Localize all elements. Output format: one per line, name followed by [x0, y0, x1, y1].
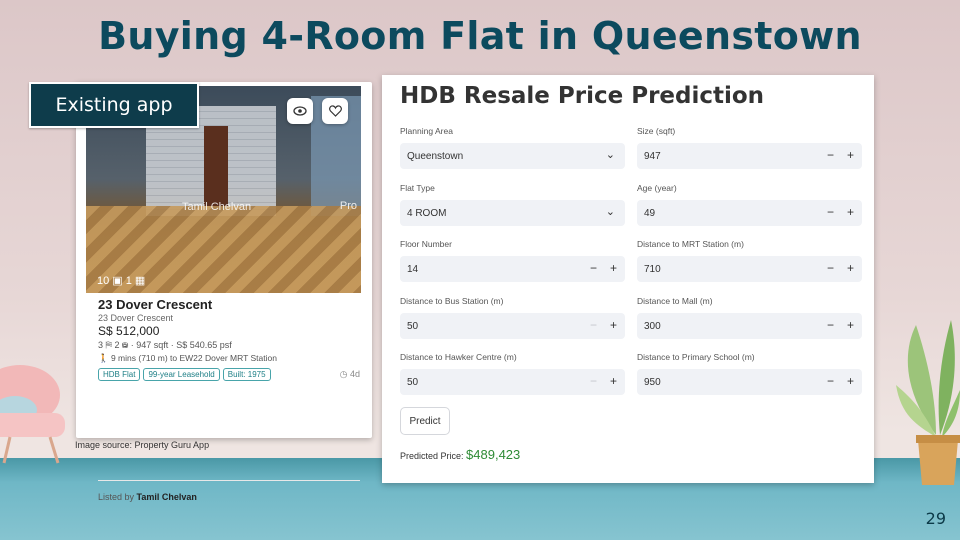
planning-area-label: Planning Area — [400, 126, 453, 136]
listing-age: ◷ 4d — [340, 369, 360, 380]
bus-distance-value: 50 — [407, 320, 419, 332]
increment-button[interactable]: + — [610, 261, 617, 275]
hawker-distance-label: Distance to Hawker Centre (m) — [400, 352, 517, 362]
increment-button[interactable]: + — [610, 318, 617, 332]
predicted-price-label: Predicted Price: — [400, 451, 464, 461]
tag-leasehold: 99-year Leasehold — [143, 368, 220, 381]
age-input[interactable]: 49 − + — [637, 200, 862, 226]
prediction-app-panel: HDB Resale Price Prediction Planning Are… — [382, 75, 874, 483]
school-distance-label: Distance to Primary School (m) — [637, 352, 755, 362]
floor-number-label: Floor Number — [400, 239, 452, 249]
hawker-distance-input[interactable]: 50 − + — [400, 369, 625, 395]
listed-by: Listed by Tamil Chelvan — [98, 492, 197, 502]
potted-plant-illustration — [896, 320, 960, 485]
view-icon[interactable] — [287, 98, 313, 124]
age-value: 49 — [644, 207, 656, 219]
floor-number-value: 14 — [407, 263, 419, 275]
mrt-distance-label: Distance to MRT Station (m) — [637, 239, 744, 249]
hawker-distance-value: 50 — [407, 376, 419, 388]
school-distance-input[interactable]: 950 − + — [637, 369, 862, 395]
listing-subtitle: 23 Dover Crescent — [98, 313, 174, 323]
bus-distance-field: Distance to Bus Station (m) 50 − + — [400, 296, 625, 339]
photo-watermark-brand: Pro — [339, 200, 357, 212]
listed-by-prefix: Listed by — [98, 492, 135, 502]
listing-price: S$ 512,000 — [98, 324, 160, 338]
size-label: Size (sqft) — [637, 126, 676, 136]
size-value: 947 — [644, 150, 661, 162]
tag-hdb-flat: HDB Flat — [98, 368, 141, 381]
size-field: Size (sqft) 947 − + — [637, 126, 862, 169]
mrt-distance-input[interactable]: 710 − + — [637, 256, 862, 282]
listing-specs: 3 ⛿ 2 ⛁ · 947 sqft · S$ 540.65 psf — [98, 340, 232, 350]
flat-type-label: Flat Type — [400, 183, 435, 193]
decrement-button[interactable]: − — [827, 374, 834, 388]
existing-app-badge: Existing app — [29, 82, 199, 128]
clock-icon: ◷ — [339, 369, 348, 379]
armchair-illustration — [0, 365, 65, 464]
decrement-button[interactable]: − — [827, 148, 834, 162]
decrement-button[interactable]: − — [590, 318, 597, 332]
planning-area-field: Planning Area Queenstown ⌄ — [400, 126, 625, 169]
mrt-distance-value: 710 — [644, 263, 661, 275]
mrt-distance-field: Distance to MRT Station (m) 710 − + — [637, 239, 862, 282]
chevron-down-icon[interactable]: ⌄ — [606, 205, 615, 218]
school-distance-field: Distance to Primary School (m) 950 − + — [637, 352, 862, 395]
predicted-price-value: $489,423 — [466, 447, 521, 462]
photo-count: 10 ▣ 1 ▦ — [97, 275, 146, 287]
listing-mrt: 🚶 9 mins (710 m) to EW22 Dover MRT Stati… — [98, 353, 360, 364]
photo-watermark: Tamil Chelvan — [182, 201, 252, 213]
floor-number-field: Floor Number 14 − + — [400, 239, 625, 282]
mall-distance-input[interactable]: 300 − + — [637, 313, 862, 339]
planning-area-value: Queenstown — [407, 150, 464, 162]
mall-distance-field: Distance to Mall (m) 300 − + — [637, 296, 862, 339]
decrement-button[interactable]: − — [590, 261, 597, 275]
mall-distance-value: 300 — [644, 320, 661, 332]
flat-type-field: Flat Type 4 ROOM ⌄ — [400, 183, 625, 226]
floor-number-input[interactable]: 14 − + — [400, 256, 625, 282]
walk-icon: 🚶 — [98, 353, 109, 363]
increment-button[interactable]: + — [847, 261, 854, 275]
slide-title: Buying 4-Room Flat in Queenstown — [98, 14, 862, 58]
increment-button[interactable]: + — [847, 205, 854, 219]
card-divider — [98, 480, 360, 481]
chevron-down-icon[interactable]: ⌄ — [606, 148, 615, 161]
listing-age-value: 4d — [349, 369, 360, 379]
age-label: Age (year) — [637, 183, 677, 193]
decrement-button[interactable]: − — [827, 261, 834, 275]
listing-card[interactable]: Tamil Chelvan Pro 10 ▣ 1 ▦ 23 Dover Cres… — [76, 82, 372, 502]
heart-icon[interactable] — [322, 98, 348, 124]
age-field: Age (year) 49 − + — [637, 183, 862, 226]
predicted-price: Predicted Price: $489,423 — [400, 447, 520, 462]
increment-button[interactable]: + — [847, 374, 854, 388]
decrement-button[interactable]: − — [827, 205, 834, 219]
decrement-button[interactable]: − — [590, 374, 597, 388]
tag-built: Built: 1975 — [222, 368, 271, 381]
mrt-text: 9 mins (710 m) to EW22 Dover MRT Station — [110, 353, 277, 363]
app-title: HDB Resale Price Prediction — [400, 83, 765, 109]
bus-distance-input[interactable]: 50 − + — [400, 313, 625, 339]
increment-button[interactable]: + — [847, 318, 854, 332]
mall-distance-label: Distance to Mall (m) — [637, 296, 713, 306]
page-number: 29 — [925, 509, 946, 528]
hawker-distance-field: Distance to Hawker Centre (m) 50 − + — [400, 352, 625, 395]
flat-type-value: 4 ROOM — [407, 207, 447, 219]
listing-title[interactable]: 23 Dover Crescent — [98, 297, 360, 312]
decrement-button[interactable]: − — [827, 318, 834, 332]
increment-button[interactable]: + — [610, 374, 617, 388]
school-distance-value: 950 — [644, 376, 661, 388]
increment-button[interactable]: + — [847, 148, 854, 162]
size-input[interactable]: 947 − + — [637, 143, 862, 169]
predict-button[interactable]: Predict — [400, 407, 450, 435]
bus-distance-label: Distance to Bus Station (m) — [400, 296, 504, 306]
planning-area-select[interactable]: Queenstown ⌄ — [400, 143, 625, 169]
tag-list: HDB Flat 99-year Leasehold Built: 1975 ◷… — [98, 368, 360, 381]
image-source: Image source: Property Guru App — [75, 440, 210, 450]
agent-name[interactable]: Tamil Chelvan — [137, 492, 197, 502]
flat-type-select[interactable]: 4 ROOM ⌄ — [400, 200, 625, 226]
